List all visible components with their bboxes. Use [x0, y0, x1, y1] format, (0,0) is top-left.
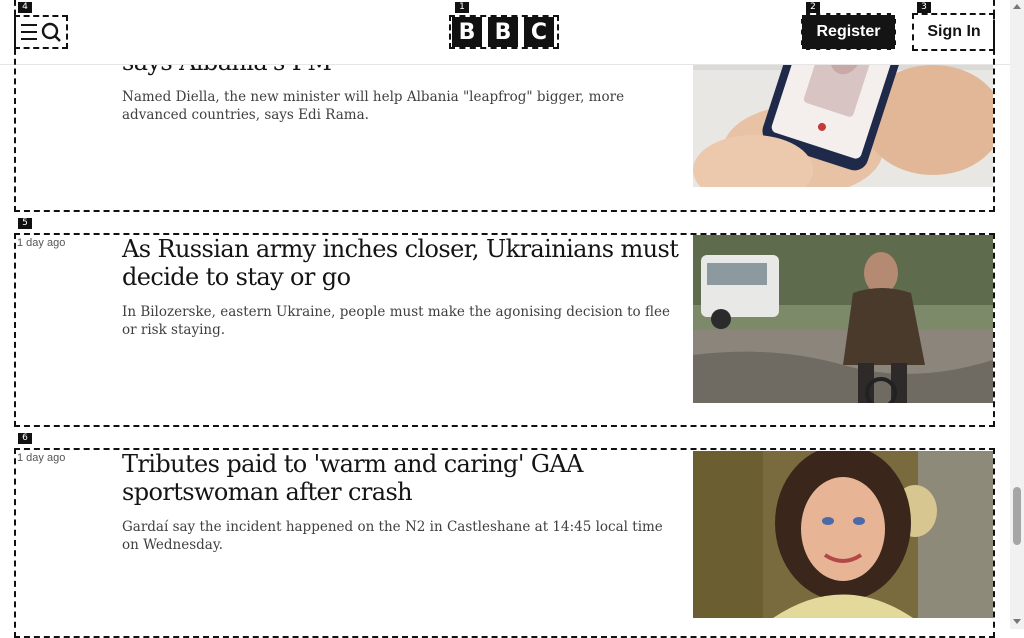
overlay-tag: 6 [18, 433, 32, 444]
overlay-tag: 4 [18, 2, 32, 13]
site-header: B B C Register Sign In [0, 0, 1010, 65]
article-summary: In Bilozerske, eastern Ukraine, people m… [122, 304, 670, 338]
logo-letter: C [524, 17, 554, 47]
bbc-logo[interactable]: B B C [452, 17, 554, 47]
news-feed: Albania's new AI minister will tackle co… [0, 0, 1010, 629]
article-image-portrait[interactable] [693, 451, 993, 618]
article-headline[interactable]: As Russian army inches closer, Ukrainian… [122, 235, 682, 291]
article-summary: Named Diella, the new minister will help… [122, 89, 625, 123]
article-image-cyclist[interactable] [693, 235, 993, 403]
article-summary: Gardaí say the incident happened on the … [122, 519, 663, 553]
article-timestamp: 1 day ago [17, 452, 66, 464]
overlay-tag: 2 [806, 2, 820, 13]
overlay-tag: 3 [917, 2, 931, 13]
logo-letter: B [452, 17, 482, 47]
sign-in-button[interactable]: Sign In [916, 13, 992, 50]
search-icon [41, 22, 61, 42]
overlay-tag: 5 [18, 218, 32, 229]
article-card[interactable]: 1 day ago As Russian army inches closer,… [14, 234, 995, 426]
register-button[interactable]: Register [801, 13, 896, 50]
logo-letter: B [488, 17, 518, 47]
scroll-down-icon[interactable] [1013, 619, 1021, 624]
article-timestamp: 1 day ago [17, 237, 66, 249]
article-card[interactable]: 1 day ago Tributes paid to 'warm and car… [14, 449, 995, 629]
overlay-tag: 1 [455, 2, 469, 13]
scrollbar-thumb[interactable] [1013, 487, 1021, 545]
menu-search-button[interactable] [19, 19, 63, 47]
article-headline[interactable]: Tributes paid to 'warm and caring' GAA s… [122, 450, 682, 506]
menu-icon [21, 24, 37, 40]
scroll-up-icon[interactable] [1013, 4, 1021, 9]
page-scrollbar[interactable] [1010, 0, 1024, 629]
